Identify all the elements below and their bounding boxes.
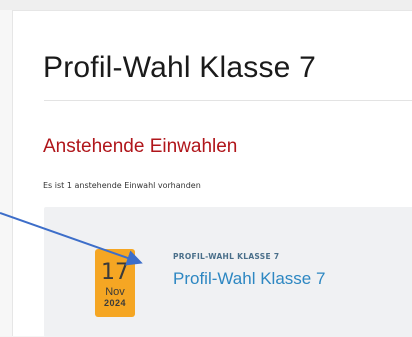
- section-title: Anstehende Einwahlen: [43, 136, 238, 157]
- date-month: Nov: [105, 286, 125, 298]
- date-day: 17: [101, 260, 129, 285]
- event-title-link[interactable]: Profil-Wahl Klasse 7: [173, 270, 325, 287]
- main-content-panel: Profil-Wahl Klasse 7 Anstehende Einwahle…: [12, 10, 412, 337]
- section-subtitle: Es ist 1 anstehende Einwahl vorhanden: [43, 181, 201, 190]
- page-title: Profil-Wahl Klasse 7: [43, 51, 316, 84]
- top-bar: [0, 0, 412, 10]
- title-divider: [44, 100, 412, 101]
- date-badge: 17 Nov 2024: [95, 249, 135, 317]
- left-sidebar-edge: [0, 10, 12, 336]
- event-category-label: PROFIL-WAHL KLASSE 7: [173, 252, 280, 261]
- date-year: 2024: [103, 298, 127, 308]
- event-card[interactable]: 17 Nov 2024 PROFIL-WAHL KLASSE 7 Profil-…: [44, 207, 412, 337]
